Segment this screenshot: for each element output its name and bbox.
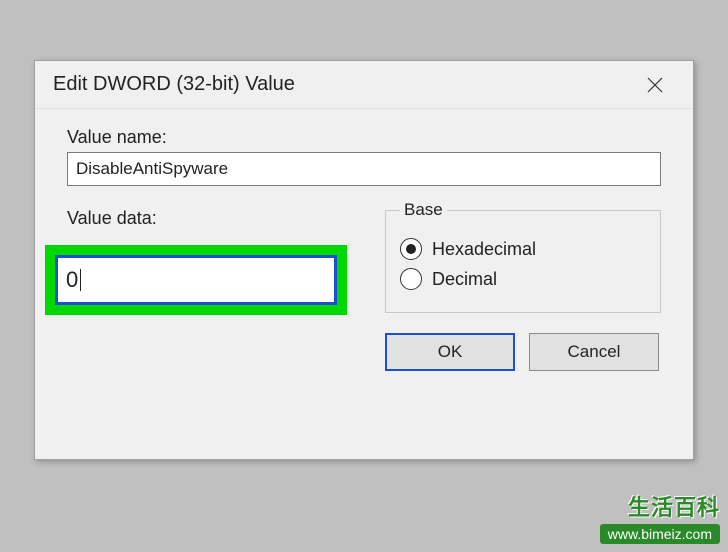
watermark-title: 生活百科 [600, 490, 720, 522]
titlebar: Edit DWORD (32-bit) Value [35, 61, 693, 109]
watermark-url: www.bimeiz.com [600, 524, 720, 544]
radio-decimal-label: Decimal [432, 269, 497, 290]
radio-icon [400, 268, 422, 290]
watermark: 生活百科 www.bimeiz.com [600, 490, 720, 544]
close-icon [646, 76, 664, 94]
radio-hexadecimal[interactable]: Hexadecimal [400, 238, 646, 260]
value-data-label: Value data: [67, 208, 357, 229]
value-data-text: 0 [66, 267, 78, 293]
button-row: OK Cancel [67, 333, 661, 371]
value-name-label: Value name: [67, 127, 661, 148]
close-button[interactable] [635, 65, 675, 105]
value-name-input[interactable] [67, 152, 661, 186]
radio-hexadecimal-label: Hexadecimal [432, 239, 536, 260]
base-legend: Base [400, 200, 447, 220]
text-caret-icon [80, 269, 81, 291]
base-group: Base Hexadecimal Decimal [385, 200, 661, 313]
radio-icon [400, 238, 422, 260]
ok-button[interactable]: OK [385, 333, 515, 371]
radio-dot-icon [406, 244, 416, 254]
radio-decimal[interactable]: Decimal [400, 268, 646, 290]
dialog-title: Edit DWORD (32-bit) Value [53, 73, 295, 96]
value-data-highlight: 0 [45, 245, 347, 315]
cancel-button[interactable]: Cancel [529, 333, 659, 371]
value-data-input[interactable]: 0 [55, 255, 337, 305]
